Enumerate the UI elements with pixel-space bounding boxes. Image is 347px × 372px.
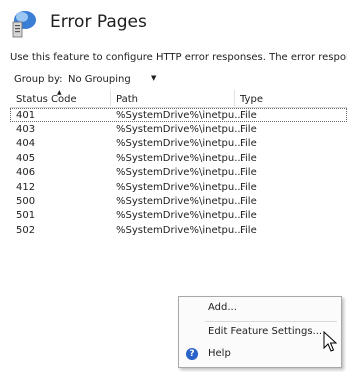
status-code-cell: 502	[16, 224, 36, 236]
column-header-path[interactable]: Path	[116, 94, 138, 105]
menu-item-label: Help	[208, 348, 231, 359]
path-cell: %SystemDrive%\inetpu...	[116, 181, 244, 193]
column-divider[interactable]	[110, 90, 111, 106]
path-cell: %SystemDrive%\inetpu...	[116, 124, 244, 135]
page-title: Error Pages	[50, 12, 147, 32]
error-pages-table: ▲ Status Code Path Type 401 %SystemDrive…	[10, 89, 347, 236]
type-cell: File	[240, 195, 257, 207]
column-header-type[interactable]: Type	[240, 94, 263, 105]
page-header: Error Pages	[0, 0, 347, 46]
path-cell: %SystemDrive%\inetpu...	[116, 195, 244, 207]
column-divider[interactable]	[234, 90, 235, 106]
server-page-icon	[12, 11, 36, 38]
type-cell: File	[240, 167, 257, 179]
table-header: ▲ Status Code Path Type	[10, 89, 347, 108]
table-row[interactable]: 500 %SystemDrive%\inetpu... File	[10, 194, 347, 208]
table-row[interactable]: 501 %SystemDrive%\inetpu... File	[10, 208, 347, 222]
page-description: Use this feature to configure HTTP error…	[10, 52, 347, 63]
type-cell: File	[240, 152, 257, 164]
type-cell: File	[240, 124, 257, 135]
menu-item-help[interactable]: ? Help	[180, 344, 340, 364]
type-cell: File	[240, 181, 257, 193]
menu-item-add[interactable]: Add...	[180, 298, 340, 318]
status-code-cell: 500	[16, 195, 36, 207]
group-by-value: No Grouping	[68, 74, 131, 85]
path-cell: %SystemDrive%\inetpu...	[116, 152, 244, 164]
menu-item-label: Add...	[208, 302, 237, 313]
status-code-cell: 403	[16, 124, 36, 135]
table-body: 401 %SystemDrive%\inetpu... File 403 %Sy…	[10, 108, 347, 237]
path-cell: %SystemDrive%\inetpu...	[116, 110, 244, 121]
path-cell: %SystemDrive%\inetpu...	[116, 167, 244, 179]
context-menu: Add... Edit Feature Settings... ? Help	[178, 296, 342, 368]
status-code-cell: 401	[16, 110, 36, 121]
status-code-cell: 405	[16, 152, 36, 164]
status-code-cell: 406	[16, 167, 36, 179]
path-cell: %SystemDrive%\inetpu...	[116, 138, 244, 150]
status-code-cell: 412	[16, 181, 36, 193]
status-code-cell: 404	[16, 138, 36, 150]
menu-item-edit-feature-settings[interactable]: Edit Feature Settings...	[180, 322, 340, 342]
group-by-dropdown[interactable]: No Grouping ▼	[66, 70, 166, 88]
table-row[interactable]: 405 %SystemDrive%\inetpu... File	[10, 151, 347, 165]
group-by-label: Group by:	[14, 74, 63, 85]
table-row[interactable]: 403 %SystemDrive%\inetpu... File	[10, 122, 347, 136]
column-header-status-code[interactable]: Status Code	[16, 94, 77, 105]
type-cell: File	[240, 138, 257, 150]
table-row[interactable]: 404 %SystemDrive%\inetpu... File	[10, 136, 347, 150]
path-cell: %SystemDrive%\inetpu...	[116, 224, 244, 236]
status-code-cell: 501	[16, 210, 36, 222]
path-cell: %SystemDrive%\inetpu...	[116, 210, 244, 222]
chevron-down-icon: ▼	[151, 74, 157, 82]
help-icon: ?	[186, 348, 198, 360]
mouse-pointer-icon	[323, 331, 337, 352]
table-row[interactable]: 406 %SystemDrive%\inetpu... File	[10, 165, 347, 179]
type-cell: File	[240, 110, 257, 121]
table-row[interactable]: 412 %SystemDrive%\inetpu... File	[10, 180, 347, 194]
type-cell: File	[240, 224, 257, 236]
type-cell: File	[240, 210, 257, 222]
menu-item-label: Edit Feature Settings...	[208, 326, 323, 337]
table-row[interactable]: 502 %SystemDrive%\inetpu... File	[10, 223, 347, 237]
table-row[interactable]: 401 %SystemDrive%\inetpu... File	[10, 108, 347, 122]
